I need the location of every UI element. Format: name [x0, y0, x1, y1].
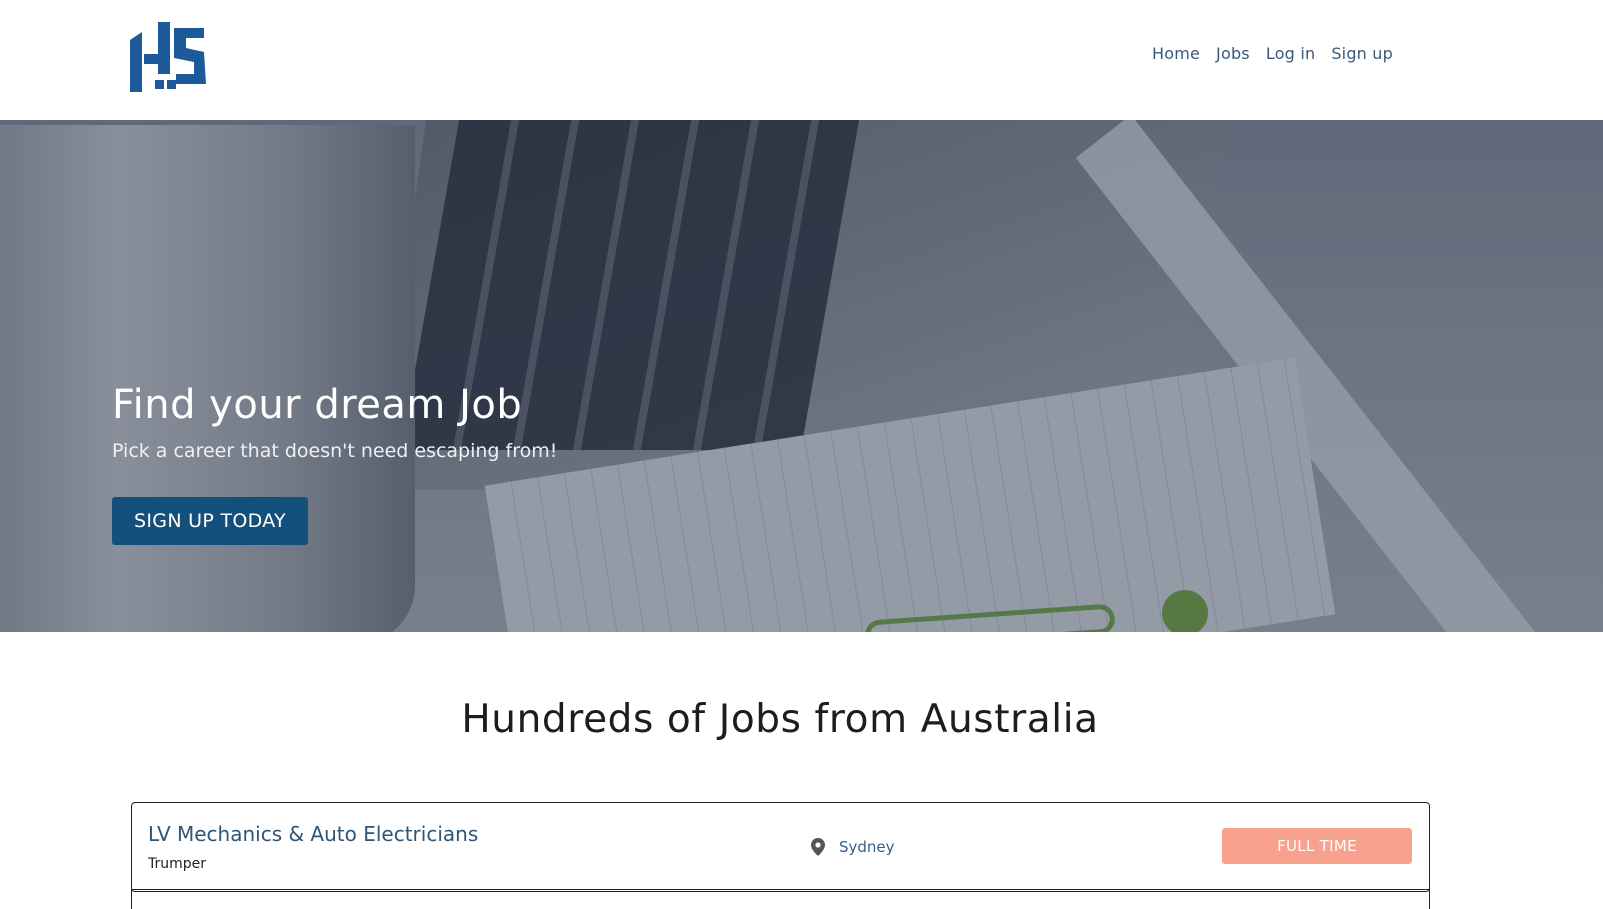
- main-nav: Home Jobs Log in Sign up: [1152, 44, 1393, 63]
- nav-home-link[interactable]: Home: [1152, 44, 1200, 63]
- nav-login-link[interactable]: Log in: [1266, 44, 1315, 63]
- sign-up-today-button[interactable]: SIGN UP TODAY: [112, 497, 308, 545]
- job-card[interactable]: LV Mechanics & Auto Electricians Trumper…: [131, 802, 1430, 892]
- job-location[interactable]: Sydney: [839, 838, 895, 856]
- jobs-section-title: Hundreds of Jobs from Australia: [461, 697, 1099, 742]
- nav-signup-link[interactable]: Sign up: [1331, 44, 1393, 63]
- job-company: Trumper: [148, 856, 207, 872]
- hero-banner: [0, 120, 1603, 632]
- top-navbar: Home Jobs Log in Sign up: [0, 0, 1603, 120]
- job-title[interactable]: LV Mechanics & Auto Electricians: [148, 822, 478, 846]
- hero-overlay: [0, 120, 1603, 632]
- hs-logo-icon[interactable]: [130, 22, 208, 92]
- map-pin-icon: [811, 838, 827, 856]
- hero-title: Find your dream Job: [112, 382, 523, 428]
- job-type-badge: FULL TIME: [1222, 828, 1412, 864]
- nav-jobs-link[interactable]: Jobs: [1216, 44, 1250, 63]
- hero-subtitle: Pick a career that doesn't need escaping…: [112, 440, 558, 462]
- job-card-next[interactable]: [131, 889, 1430, 909]
